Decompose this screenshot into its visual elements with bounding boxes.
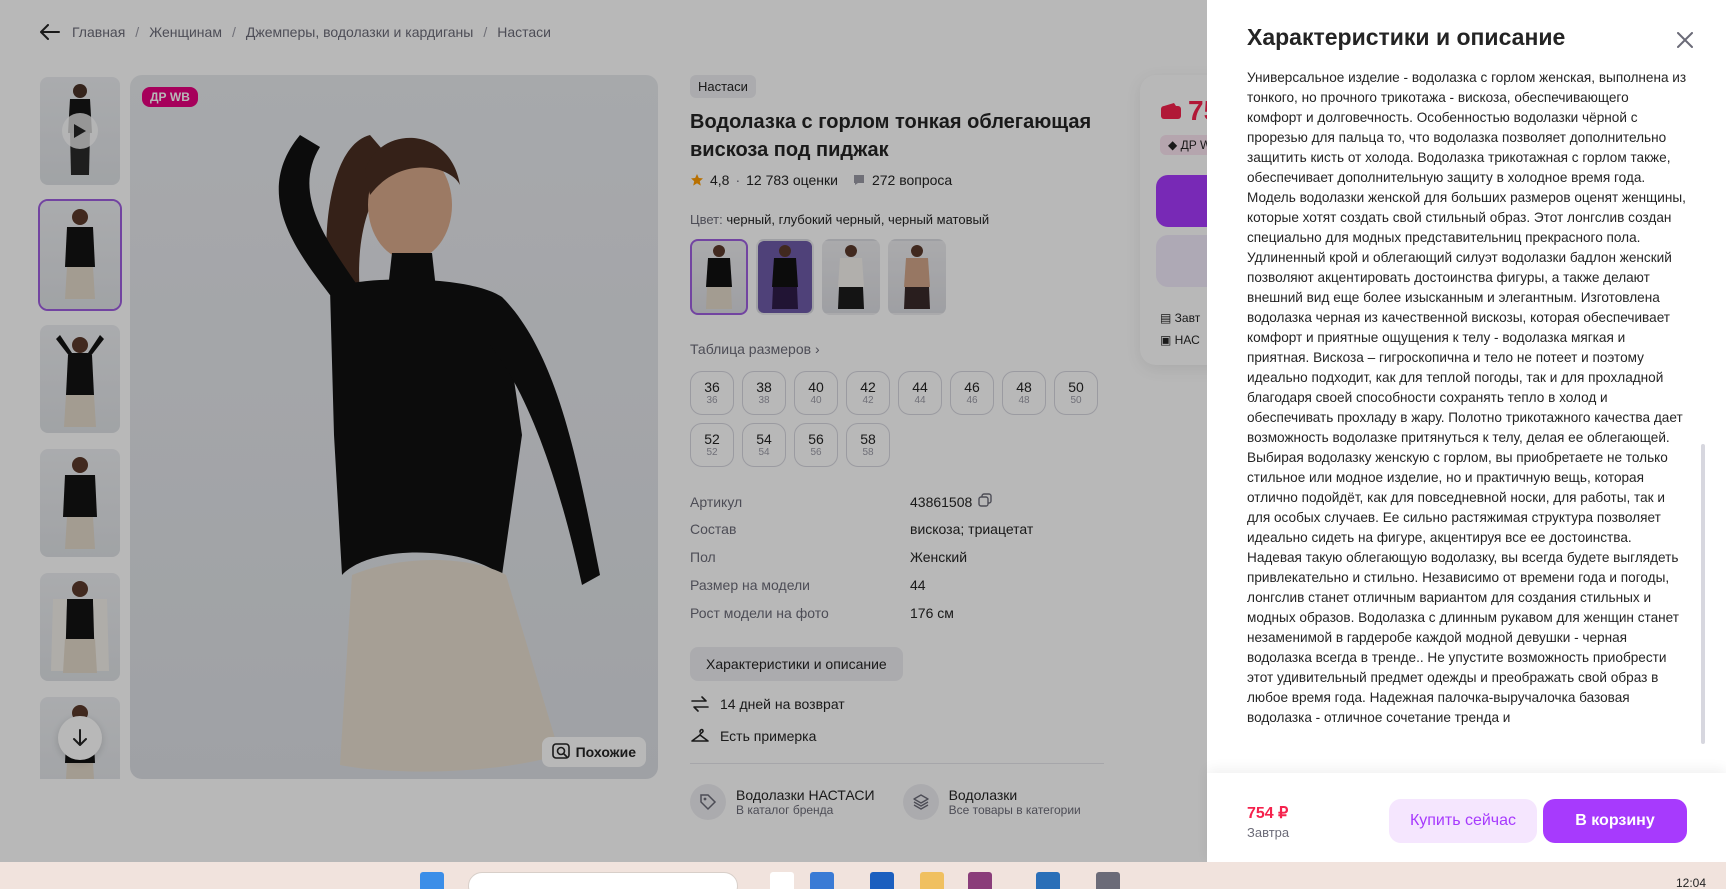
windows-start-icon[interactable] [420, 872, 444, 889]
taskbar-app-icon[interactable] [1036, 872, 1060, 889]
taskbar-search[interactable] [468, 872, 738, 889]
taskbar-app-icon[interactable] [968, 872, 992, 889]
os-taskbar: 12:04 [0, 862, 1726, 889]
taskbar-app-icon[interactable] [770, 872, 794, 889]
footer-delivery: Завтра [1247, 825, 1290, 840]
description-panel: Характеристики и описание Универсальное … [1207, 0, 1726, 862]
panel-scrollbar[interactable] [1701, 444, 1705, 744]
clock: 12:04 [1675, 876, 1706, 889]
close-icon[interactable] [1673, 28, 1697, 52]
add-to-cart-button[interactable]: В корзину [1543, 799, 1687, 843]
footer-price: 754 ₽ [1247, 805, 1289, 822]
panel-title: Характеристики и описание [1247, 24, 1566, 50]
buy-now-button[interactable]: Купить сейчас [1389, 799, 1537, 843]
taskbar-app-icon[interactable] [810, 872, 834, 889]
folder-icon[interactable] [920, 872, 944, 889]
modal-backdrop[interactable] [0, 0, 1207, 862]
taskbar-app-icon[interactable] [870, 872, 894, 889]
panel-footer: 754 ₽ Завтра Купить сейчас В корзину [1207, 773, 1726, 862]
taskbar-app-icon[interactable] [1096, 872, 1120, 889]
description-text: Универсальное изделие - водолазка с горл… [1247, 70, 1687, 725]
